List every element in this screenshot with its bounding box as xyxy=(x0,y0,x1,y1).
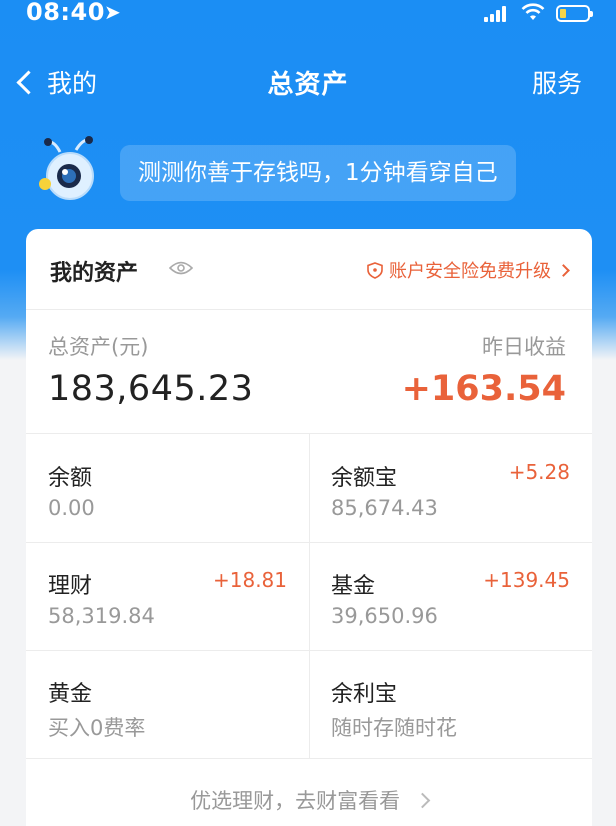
yesterday-earnings-label: 昨日收益 xyxy=(482,335,566,359)
page-title: 总资产 xyxy=(267,70,349,100)
assets-card: 我的资产 账户安全险免费升级 总资产(元) 183,645.23 昨日收益 +1… xyxy=(26,229,592,826)
security-upgrade-label: 账户安全险免费升级 xyxy=(389,261,551,282)
wifi-icon xyxy=(521,3,545,20)
asset-value: 85,674.43 xyxy=(331,496,438,520)
mascot-icon xyxy=(39,136,94,200)
service-button[interactable]: 服务 xyxy=(532,64,582,100)
security-upgrade-link[interactable]: 账户安全险免费升级 xyxy=(367,257,570,283)
asset-name: 黄金 xyxy=(48,682,93,707)
asset-change: +18.81 xyxy=(212,568,287,592)
status-bar: 08:40 ➤ xyxy=(0,0,616,30)
chevron-right-icon xyxy=(414,792,431,808)
total-assets-value: 183,645.23 xyxy=(48,369,254,409)
asset-value: 39,650.96 xyxy=(331,604,438,628)
asset-value: 0.00 xyxy=(48,496,95,520)
asset-name: 理财 xyxy=(48,574,93,599)
asset-name: 基金 xyxy=(331,574,376,599)
assets-card-header: 我的资产 账户安全险免费升级 xyxy=(26,229,592,310)
location-arrow-icon: ➤ xyxy=(104,0,121,24)
battery-icon xyxy=(556,5,593,22)
promo-banner[interactable]: 测测你善于存钱吗，1分钟看穿自己 xyxy=(120,145,516,201)
cellular-signal-icon xyxy=(484,6,510,22)
asset-item-balance[interactable]: 余额 0.00 xyxy=(26,434,309,542)
asset-name: 余利宝 xyxy=(331,682,398,707)
eye-icon[interactable] xyxy=(169,260,193,276)
asset-name: 余额 xyxy=(48,466,93,491)
yesterday-earnings-value: +163.54 xyxy=(401,369,566,409)
asset-item-gold[interactable]: 黄金 买入0费率 xyxy=(26,650,309,758)
asset-item-yuebao[interactable]: 余额宝 +5.28 85,674.43 xyxy=(309,434,592,542)
asset-name: 余额宝 xyxy=(331,466,398,491)
asset-value: 随时存随时花 xyxy=(331,716,457,740)
asset-item-yulibao[interactable]: 余利宝 随时存随时花 xyxy=(309,650,592,758)
asset-value: 买入0费率 xyxy=(48,716,146,740)
asset-value: 58,319.84 xyxy=(48,604,155,628)
asset-item-fund[interactable]: 基金 +139.45 39,650.96 xyxy=(309,542,592,650)
asset-change: +139.45 xyxy=(483,568,570,592)
navigation-bar: 我的 总资产 服务 xyxy=(0,56,616,106)
total-assets-label: 总资产(元) xyxy=(48,335,149,359)
asset-grid: 余额 0.00 余额宝 +5.28 85,674.43 理财 +18.81 58… xyxy=(26,433,592,759)
asset-item-wealth[interactable]: 理财 +18.81 58,319.84 xyxy=(26,542,309,650)
asset-change: +5.28 xyxy=(508,460,570,484)
status-time: 08:40 xyxy=(26,0,105,26)
wealth-footer-label: 优选理财，去财富看看 xyxy=(190,789,401,813)
shield-icon xyxy=(367,261,383,279)
chevron-right-icon xyxy=(557,263,570,277)
wealth-footer-link[interactable]: 优选理财，去财富看看 xyxy=(26,785,592,815)
grid-divider xyxy=(26,758,592,759)
assets-card-title: 我的资产 xyxy=(50,261,139,286)
